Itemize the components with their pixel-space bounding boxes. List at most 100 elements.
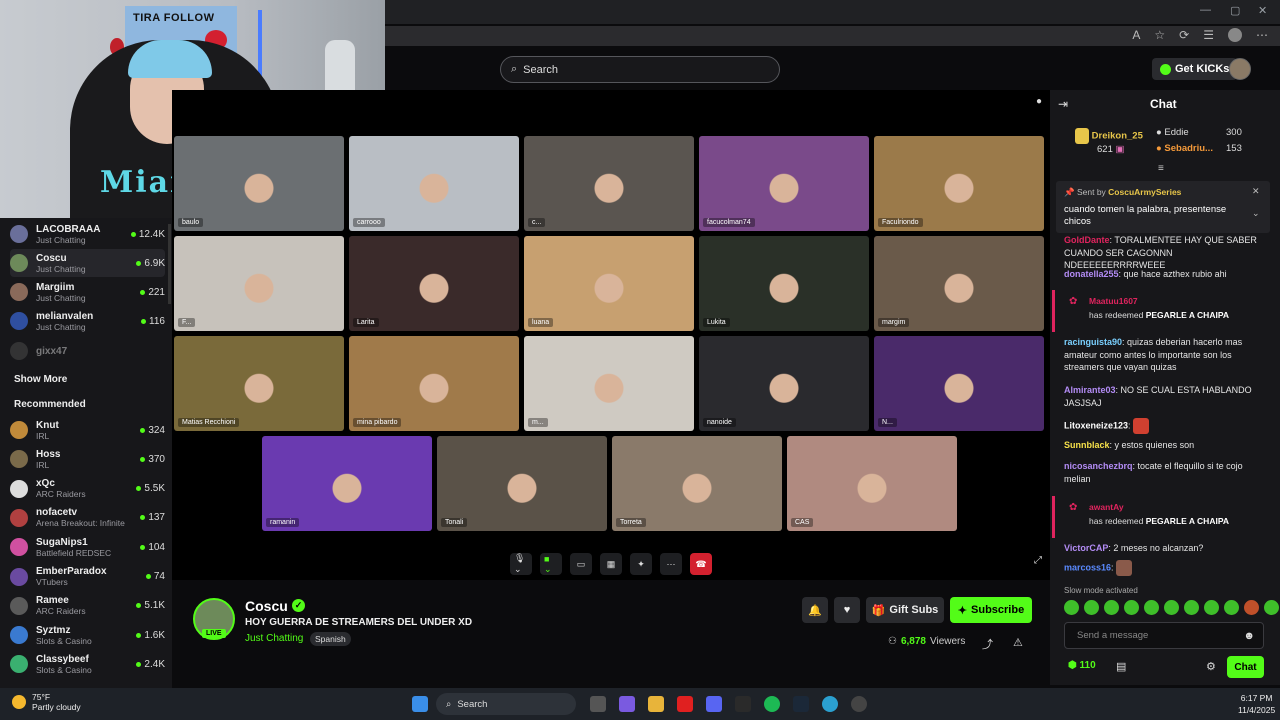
- store-icon[interactable]: ▤: [1116, 660, 1126, 673]
- participant-tile[interactable]: baulo: [174, 136, 344, 231]
- chat-input[interactable]: Send a message ☻: [1064, 622, 1264, 649]
- task-view-icon[interactable]: [590, 696, 606, 712]
- read-aloud-icon[interactable]: A: [1132, 28, 1140, 42]
- emote-icon[interactable]: [1064, 600, 1079, 615]
- grid-view-button[interactable]: ▦: [600, 553, 622, 575]
- show-more-link[interactable]: Show More: [14, 374, 67, 385]
- emote-icon[interactable]: [1084, 600, 1099, 615]
- get-kicks-button[interactable]: Get KICKs: [1152, 58, 1238, 80]
- more-options-button[interactable]: ⋯: [660, 553, 682, 575]
- participant-tile[interactable]: Torreta: [612, 436, 782, 531]
- discord-icon[interactable]: [706, 696, 722, 712]
- recommended-channel[interactable]: Syztmz Slots & Casino 1.6K: [10, 621, 165, 649]
- participant-tile[interactable]: luana: [524, 236, 694, 331]
- file-explorer-icon[interactable]: [648, 696, 664, 712]
- video-player[interactable]: baulo carrooo c... facucolman74 Faculriondo F…: [172, 90, 1050, 580]
- participant-tile[interactable]: Larita: [349, 236, 519, 331]
- participant-tile[interactable]: c...: [524, 136, 694, 231]
- participant-tile[interactable]: Tonali: [437, 436, 607, 531]
- microphone-button[interactable]: 🎙 ⌄: [510, 553, 532, 575]
- fullscreen-icon[interactable]: ⤢: [1034, 555, 1042, 566]
- weather-widget[interactable]: 75°F Partly cloudy: [12, 692, 81, 712]
- chat-username[interactable]: marcoss16: [1064, 562, 1111, 572]
- chevron-down-icon[interactable]: ⌄: [1252, 208, 1260, 219]
- emote-icon[interactable]: [1144, 600, 1159, 615]
- emote-icon[interactable]: [1164, 600, 1179, 615]
- sidebar-channel[interactable]: Coscu Just Chatting 6.9K: [10, 249, 165, 277]
- recommended-channel[interactable]: xQc ARC Raiders 5.5K: [10, 475, 165, 503]
- participant-tile[interactable]: mina pibardo: [349, 336, 519, 431]
- subscribe-button[interactable]: ✦ Subscribe: [950, 597, 1032, 623]
- emote-icon[interactable]: [1264, 600, 1279, 615]
- participant-tile[interactable]: ramanin: [262, 436, 432, 531]
- extensions-icon[interactable]: ⟳: [1179, 28, 1189, 42]
- profile-avatar[interactable]: [1228, 28, 1242, 42]
- share-screen-button[interactable]: ▭: [570, 553, 592, 575]
- camera-button[interactable]: ■ ⌄: [540, 553, 562, 575]
- redeem-username[interactable]: awantAy: [1089, 502, 1124, 512]
- hang-up-button[interactable]: ☎: [690, 553, 712, 575]
- chat-bubble-icon[interactable]: ●: [1036, 96, 1042, 107]
- follow-heart-button[interactable]: ♥: [834, 597, 860, 623]
- participant-tile[interactable]: margim: [874, 236, 1044, 331]
- maximize-button[interactable]: ▢: [1230, 4, 1240, 17]
- chat-username[interactable]: Almirante03: [1064, 385, 1116, 395]
- participant-tile[interactable]: CAS: [787, 436, 957, 531]
- recommended-channel[interactable]: Ramee ARC Raiders 5.1K: [10, 592, 165, 620]
- sidebar-scrollbar[interactable]: [168, 224, 171, 304]
- spotify-icon[interactable]: [764, 696, 780, 712]
- participant-tile[interactable]: Lukita: [699, 236, 869, 331]
- chat-username[interactable]: Litoxeneize123: [1064, 420, 1128, 430]
- emote-icon[interactable]: [1204, 600, 1219, 615]
- recommended-channel[interactable]: Hoss IRL 370: [10, 445, 165, 473]
- system-clock[interactable]: 6:17 PM 11/4/2025: [1238, 692, 1275, 716]
- participant-tile[interactable]: nanoide: [699, 336, 869, 431]
- chat-username[interactable]: Sunnblack: [1064, 440, 1110, 450]
- gift-subs-button[interactable]: 🎁 Gift Subs: [866, 597, 944, 623]
- report-icon[interactable]: ⚠: [1013, 636, 1023, 649]
- participant-tile[interactable]: Matias Recchioni: [174, 336, 344, 431]
- minimize-button[interactable]: —: [1200, 4, 1211, 16]
- sidebar-channel[interactable]: LACOBRAAA Just Chatting 12.4K: [10, 220, 165, 248]
- emote-icon[interactable]: [1184, 600, 1199, 615]
- chat-username[interactable]: nicosanchezbrq: [1064, 461, 1133, 471]
- user-avatar[interactable]: [1229, 58, 1251, 80]
- chat-username[interactable]: GoldDante: [1064, 235, 1110, 245]
- taskbar-search[interactable]: ⌕ Search: [436, 693, 576, 715]
- notification-bell-button[interactable]: 🔔: [802, 597, 828, 623]
- effects-button[interactable]: ✦: [630, 553, 652, 575]
- emote-icon[interactable]: [1124, 600, 1139, 615]
- leaderboard-name[interactable]: Eddie: [1164, 127, 1188, 138]
- settings-app-icon[interactable]: [851, 696, 867, 712]
- windows-start-icon[interactable]: [412, 696, 428, 712]
- more-menu-icon[interactable]: ⋯: [1256, 28, 1268, 42]
- sidebar-channel[interactable]: melianvalen Just Chatting 116: [10, 307, 165, 335]
- stream-category[interactable]: Just Chatting: [245, 633, 303, 644]
- emote-icon[interactable]: [1104, 600, 1119, 615]
- steam-icon[interactable]: [793, 696, 809, 712]
- app-icon[interactable]: [735, 696, 751, 712]
- leaderboard-name[interactable]: Sebadriu...: [1164, 143, 1213, 154]
- send-chat-button[interactable]: Chat: [1227, 656, 1264, 678]
- participant-tile[interactable]: m...: [524, 336, 694, 431]
- emoji-picker-icon[interactable]: ☻: [1243, 630, 1255, 642]
- search-input[interactable]: ⌕ Search: [500, 56, 780, 83]
- participant-tile[interactable]: Faculriondo: [874, 136, 1044, 231]
- copilot-icon[interactable]: [619, 696, 635, 712]
- collections-icon[interactable]: ☰: [1203, 28, 1214, 42]
- unpin-icon[interactable]: ✕: [1252, 186, 1260, 197]
- favorite-star-icon[interactable]: ☆: [1154, 28, 1165, 42]
- youtube-icon[interactable]: [677, 696, 693, 712]
- settings-gear-icon[interactable]: ⚙: [1206, 660, 1216, 673]
- expand-leaderboard-icon[interactable]: ≡: [1158, 163, 1164, 174]
- sidebar-channel-offline[interactable]: gixx47: [10, 337, 165, 365]
- recommended-channel[interactable]: SugaNips1 Battlefield REDSEC 104: [10, 533, 165, 561]
- recommended-channel[interactable]: EmberParadox VTubers 74: [10, 563, 165, 591]
- recommended-channel[interactable]: Classybeef Slots & Casino 2.4K: [10, 650, 165, 678]
- recommended-channel[interactable]: Knut IRL 324: [10, 416, 165, 444]
- redeem-username[interactable]: Maatuu1607: [1089, 296, 1138, 306]
- leaderboard-name[interactable]: Dreikon_25: [1092, 131, 1143, 142]
- emote-icon[interactable]: [1244, 600, 1259, 615]
- language-tag[interactable]: Spanish: [310, 632, 351, 646]
- share-icon[interactable]: ⤴: [982, 636, 993, 652]
